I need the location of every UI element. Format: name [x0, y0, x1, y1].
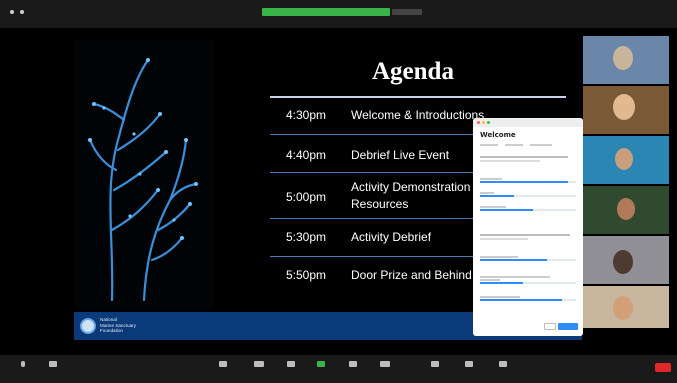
apps-button[interactable] [496, 361, 510, 367]
polls-icon [349, 361, 357, 367]
participants-icon [254, 361, 264, 367]
record-button[interactable] [378, 361, 392, 367]
apps-icon [499, 361, 507, 367]
participant-face [617, 198, 635, 220]
bioluminescent-coral-image [74, 40, 214, 310]
poll-panel[interactable]: Welcome [473, 118, 583, 336]
agenda-time: 5:30pm [286, 230, 327, 244]
share-screen-button[interactable] [314, 361, 328, 367]
poll-submit-button[interactable] [558, 323, 578, 330]
chat-icon [287, 361, 295, 367]
poll-secondary-button[interactable] [544, 323, 556, 330]
poll-tabs [480, 144, 552, 146]
poll-question [480, 156, 576, 162]
poll-option-bar [480, 282, 524, 284]
agenda-text-line2: Resources [351, 197, 409, 211]
breakout-rooms-icon [431, 361, 439, 367]
participant-face [613, 250, 633, 274]
shield-icon [219, 361, 227, 367]
poll-option-bar [480, 259, 548, 261]
microphone-icon [21, 361, 25, 367]
participant-tile[interactable] [583, 36, 669, 84]
camera-icon [49, 361, 57, 367]
minimize-icon[interactable] [482, 121, 485, 124]
poll-option-bar [480, 181, 569, 183]
window-controls [10, 10, 30, 14]
mute-button[interactable] [16, 361, 30, 367]
poll-option [480, 178, 576, 183]
poll-tab[interactable] [530, 144, 552, 146]
breakout-rooms-button[interactable] [428, 361, 442, 367]
meeting-info-icon[interactable] [20, 10, 24, 14]
foundation-name-line: Foundation [100, 328, 123, 334]
screen-share-banner[interactable] [262, 8, 390, 16]
agenda-time: 5:00pm [286, 190, 327, 204]
poll-option [480, 206, 576, 211]
poll-option-bar [480, 209, 533, 211]
title-divider [270, 96, 566, 98]
share-screen-icon [317, 361, 325, 367]
agenda-text: Debrief Live Event [351, 148, 450, 162]
reactions-icon [465, 361, 473, 367]
agenda-text: Door Prize and Behind [351, 268, 472, 282]
participant-face [613, 296, 633, 320]
participant-tile[interactable] [583, 236, 669, 284]
maximize-icon[interactable] [487, 121, 490, 124]
top-toolbar [0, 0, 677, 28]
end-meeting-button[interactable] [655, 363, 671, 372]
poll-window-titlebar[interactable] [473, 118, 583, 127]
agenda-time: 4:30pm [286, 108, 327, 122]
poll-heading: Welcome [480, 131, 516, 139]
participant-tile[interactable] [583, 286, 669, 328]
poll-question [480, 234, 576, 240]
participant-tile[interactable] [583, 86, 669, 134]
agenda-time: 5:50pm [286, 268, 327, 282]
poll-option [480, 276, 576, 284]
participant-face [613, 46, 633, 70]
foundation-name: National Marine Sanctuary Foundation [100, 317, 136, 334]
security-button[interactable] [216, 361, 230, 367]
chat-button[interactable] [284, 361, 298, 367]
poll-tab[interactable] [505, 144, 523, 146]
menu-icon[interactable] [10, 10, 14, 14]
meeting-toolbar [0, 355, 677, 383]
poll-option-bar [480, 299, 562, 301]
participant-face [615, 148, 633, 170]
agenda-time: 4:40pm [286, 148, 327, 162]
participants-button[interactable] [252, 361, 266, 367]
poll-option [480, 256, 576, 261]
participant-face [613, 94, 635, 120]
close-icon[interactable] [477, 121, 480, 124]
polls-button[interactable] [346, 361, 360, 367]
poll-option [480, 296, 576, 301]
poll-tab[interactable] [480, 144, 498, 146]
agenda-title: Agenda [372, 58, 454, 85]
participant-tile[interactable] [583, 136, 669, 184]
agenda-text: Activity Demonstration [351, 180, 471, 194]
participant-tile[interactable] [583, 186, 669, 234]
video-gallery [583, 28, 677, 330]
record-icon [380, 361, 390, 367]
agenda-text: Activity Debrief [351, 230, 432, 244]
view-options-button[interactable] [392, 9, 422, 15]
agenda-text: Welcome & Introductions [351, 108, 485, 122]
reactions-button[interactable] [462, 361, 476, 367]
foundation-logo-icon [80, 318, 96, 334]
poll-option [480, 192, 576, 197]
poll-option-bar [480, 195, 514, 197]
video-button[interactable] [46, 361, 60, 367]
